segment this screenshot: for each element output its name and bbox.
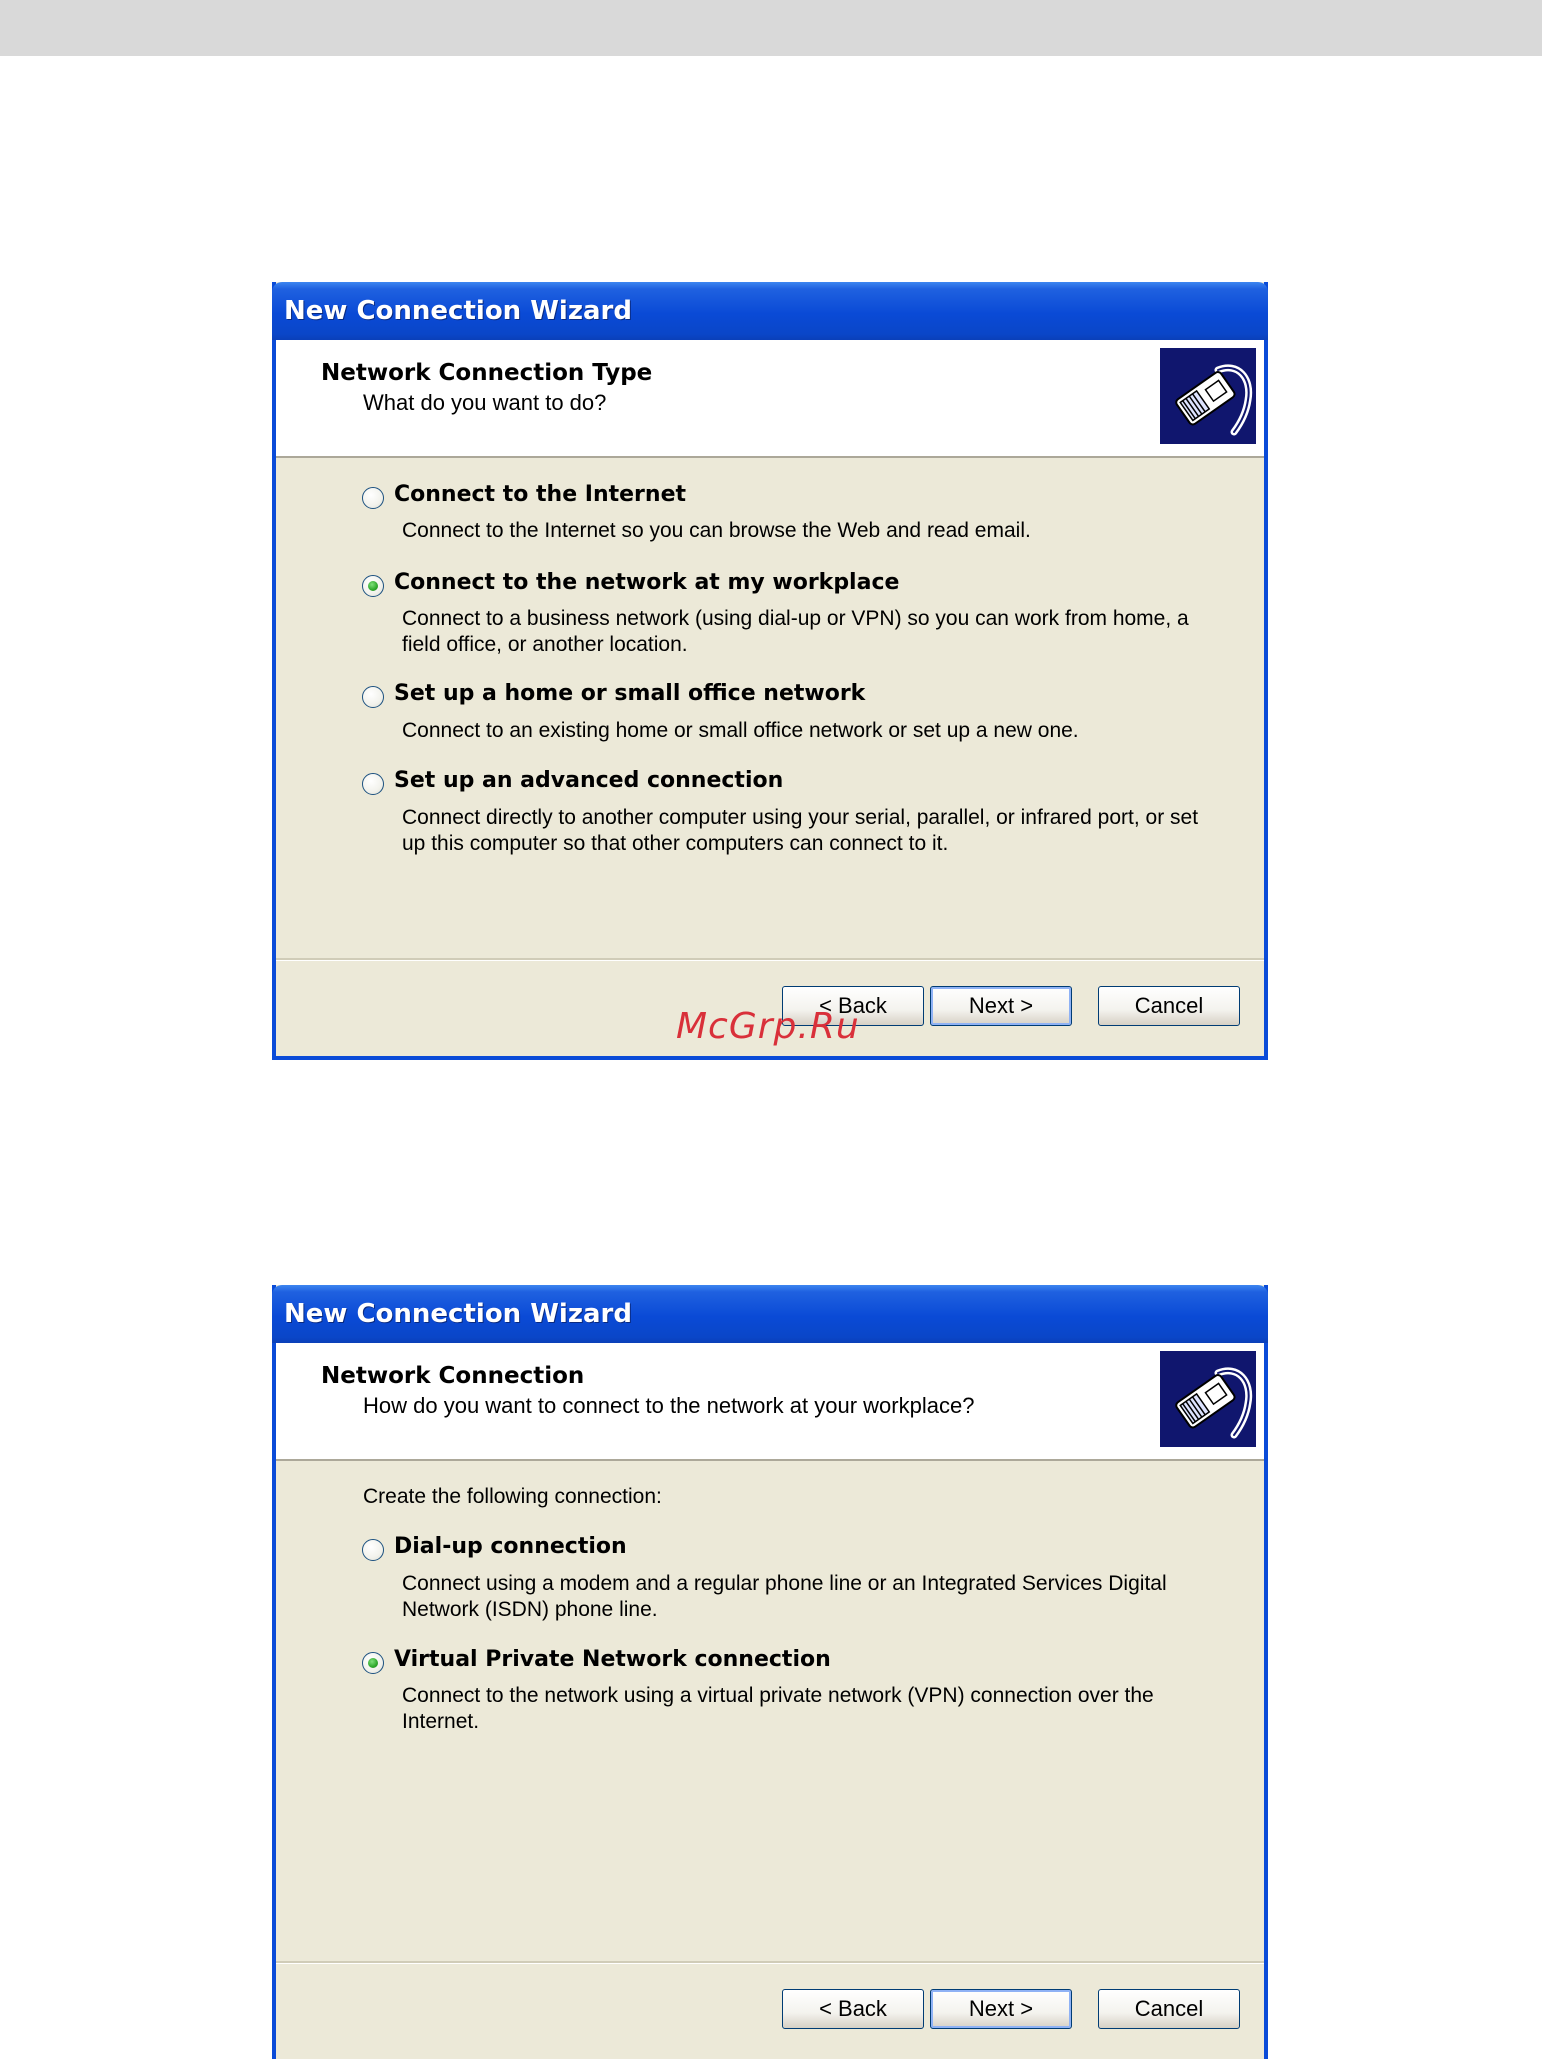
option-label[interactable]: Dial-up connection xyxy=(394,1534,627,1559)
option-description: Connect to an existing home or small off… xyxy=(402,719,1079,742)
network-cable-icon xyxy=(1160,1351,1256,1447)
header-title: Network Connection xyxy=(321,1363,585,1389)
radio-dial-up[interactable] xyxy=(362,1539,384,1561)
radio-selected-dot xyxy=(368,581,378,591)
radio-advanced-connection[interactable] xyxy=(362,773,384,795)
network-cable-icon xyxy=(1160,348,1256,444)
cancel-button[interactable]: Cancel xyxy=(1098,1989,1240,2029)
wizard-content: Connect to the Internet Connect to the I… xyxy=(276,458,1264,958)
option-label[interactable]: Set up an advanced connection xyxy=(394,768,783,793)
lead-text: Create the following connection: xyxy=(363,1485,662,1508)
option-label[interactable]: Connect to the Internet xyxy=(394,482,686,507)
next-button[interactable]: Next > xyxy=(930,1989,1072,2029)
option-description: Connect to a business network (using dia… xyxy=(402,607,1189,656)
radio-connect-workplace[interactable] xyxy=(362,575,384,597)
wizard-header: Network Connection Type What do you want… xyxy=(276,340,1264,458)
wizard-network-connection-type: New Connection Wizard Network Connection… xyxy=(272,282,1268,1060)
option-description: Connect directly to another computer usi… xyxy=(402,806,1199,855)
radio-vpn[interactable] xyxy=(362,1652,384,1674)
option-description: Connect to the Internet so you can brows… xyxy=(402,519,1031,542)
radio-selected-dot xyxy=(368,1658,378,1668)
wizard-network-connection: New Connection Wizard Network Connection… xyxy=(272,1285,1268,2059)
next-button[interactable]: Next > xyxy=(930,986,1072,1026)
window-title: New Connection Wizard xyxy=(272,1285,1268,1343)
option-description: Connect using a modem and a regular phon… xyxy=(402,1572,1167,1621)
back-button[interactable]: < Back xyxy=(782,1989,924,2029)
window-title: New Connection Wizard xyxy=(272,282,1268,340)
radio-home-office-network[interactable] xyxy=(362,686,384,708)
option-label[interactable]: Connect to the network at my workplace xyxy=(394,570,899,595)
wizard-content: Create the following connection: Dial-up… xyxy=(276,1461,1264,1961)
option-description: Connect to the network using a virtual p… xyxy=(402,1684,1154,1733)
header-title: Network Connection Type xyxy=(321,360,653,386)
top-gray-bar xyxy=(0,0,1542,56)
watermark-text: McGrp.Ru xyxy=(676,1006,860,1047)
wizard-footer: < Back Next > Cancel xyxy=(276,1961,1264,2059)
option-label[interactable]: Set up a home or small office network xyxy=(394,681,865,706)
header-subtitle: How do you want to connect to the networ… xyxy=(363,1393,975,1418)
radio-connect-internet[interactable] xyxy=(362,487,384,509)
wizard-header: Network Connection How do you want to co… xyxy=(276,1343,1264,1461)
cancel-button[interactable]: Cancel xyxy=(1098,986,1240,1026)
header-subtitle: What do you want to do? xyxy=(363,390,607,415)
option-label[interactable]: Virtual Private Network connection xyxy=(394,1647,831,1672)
